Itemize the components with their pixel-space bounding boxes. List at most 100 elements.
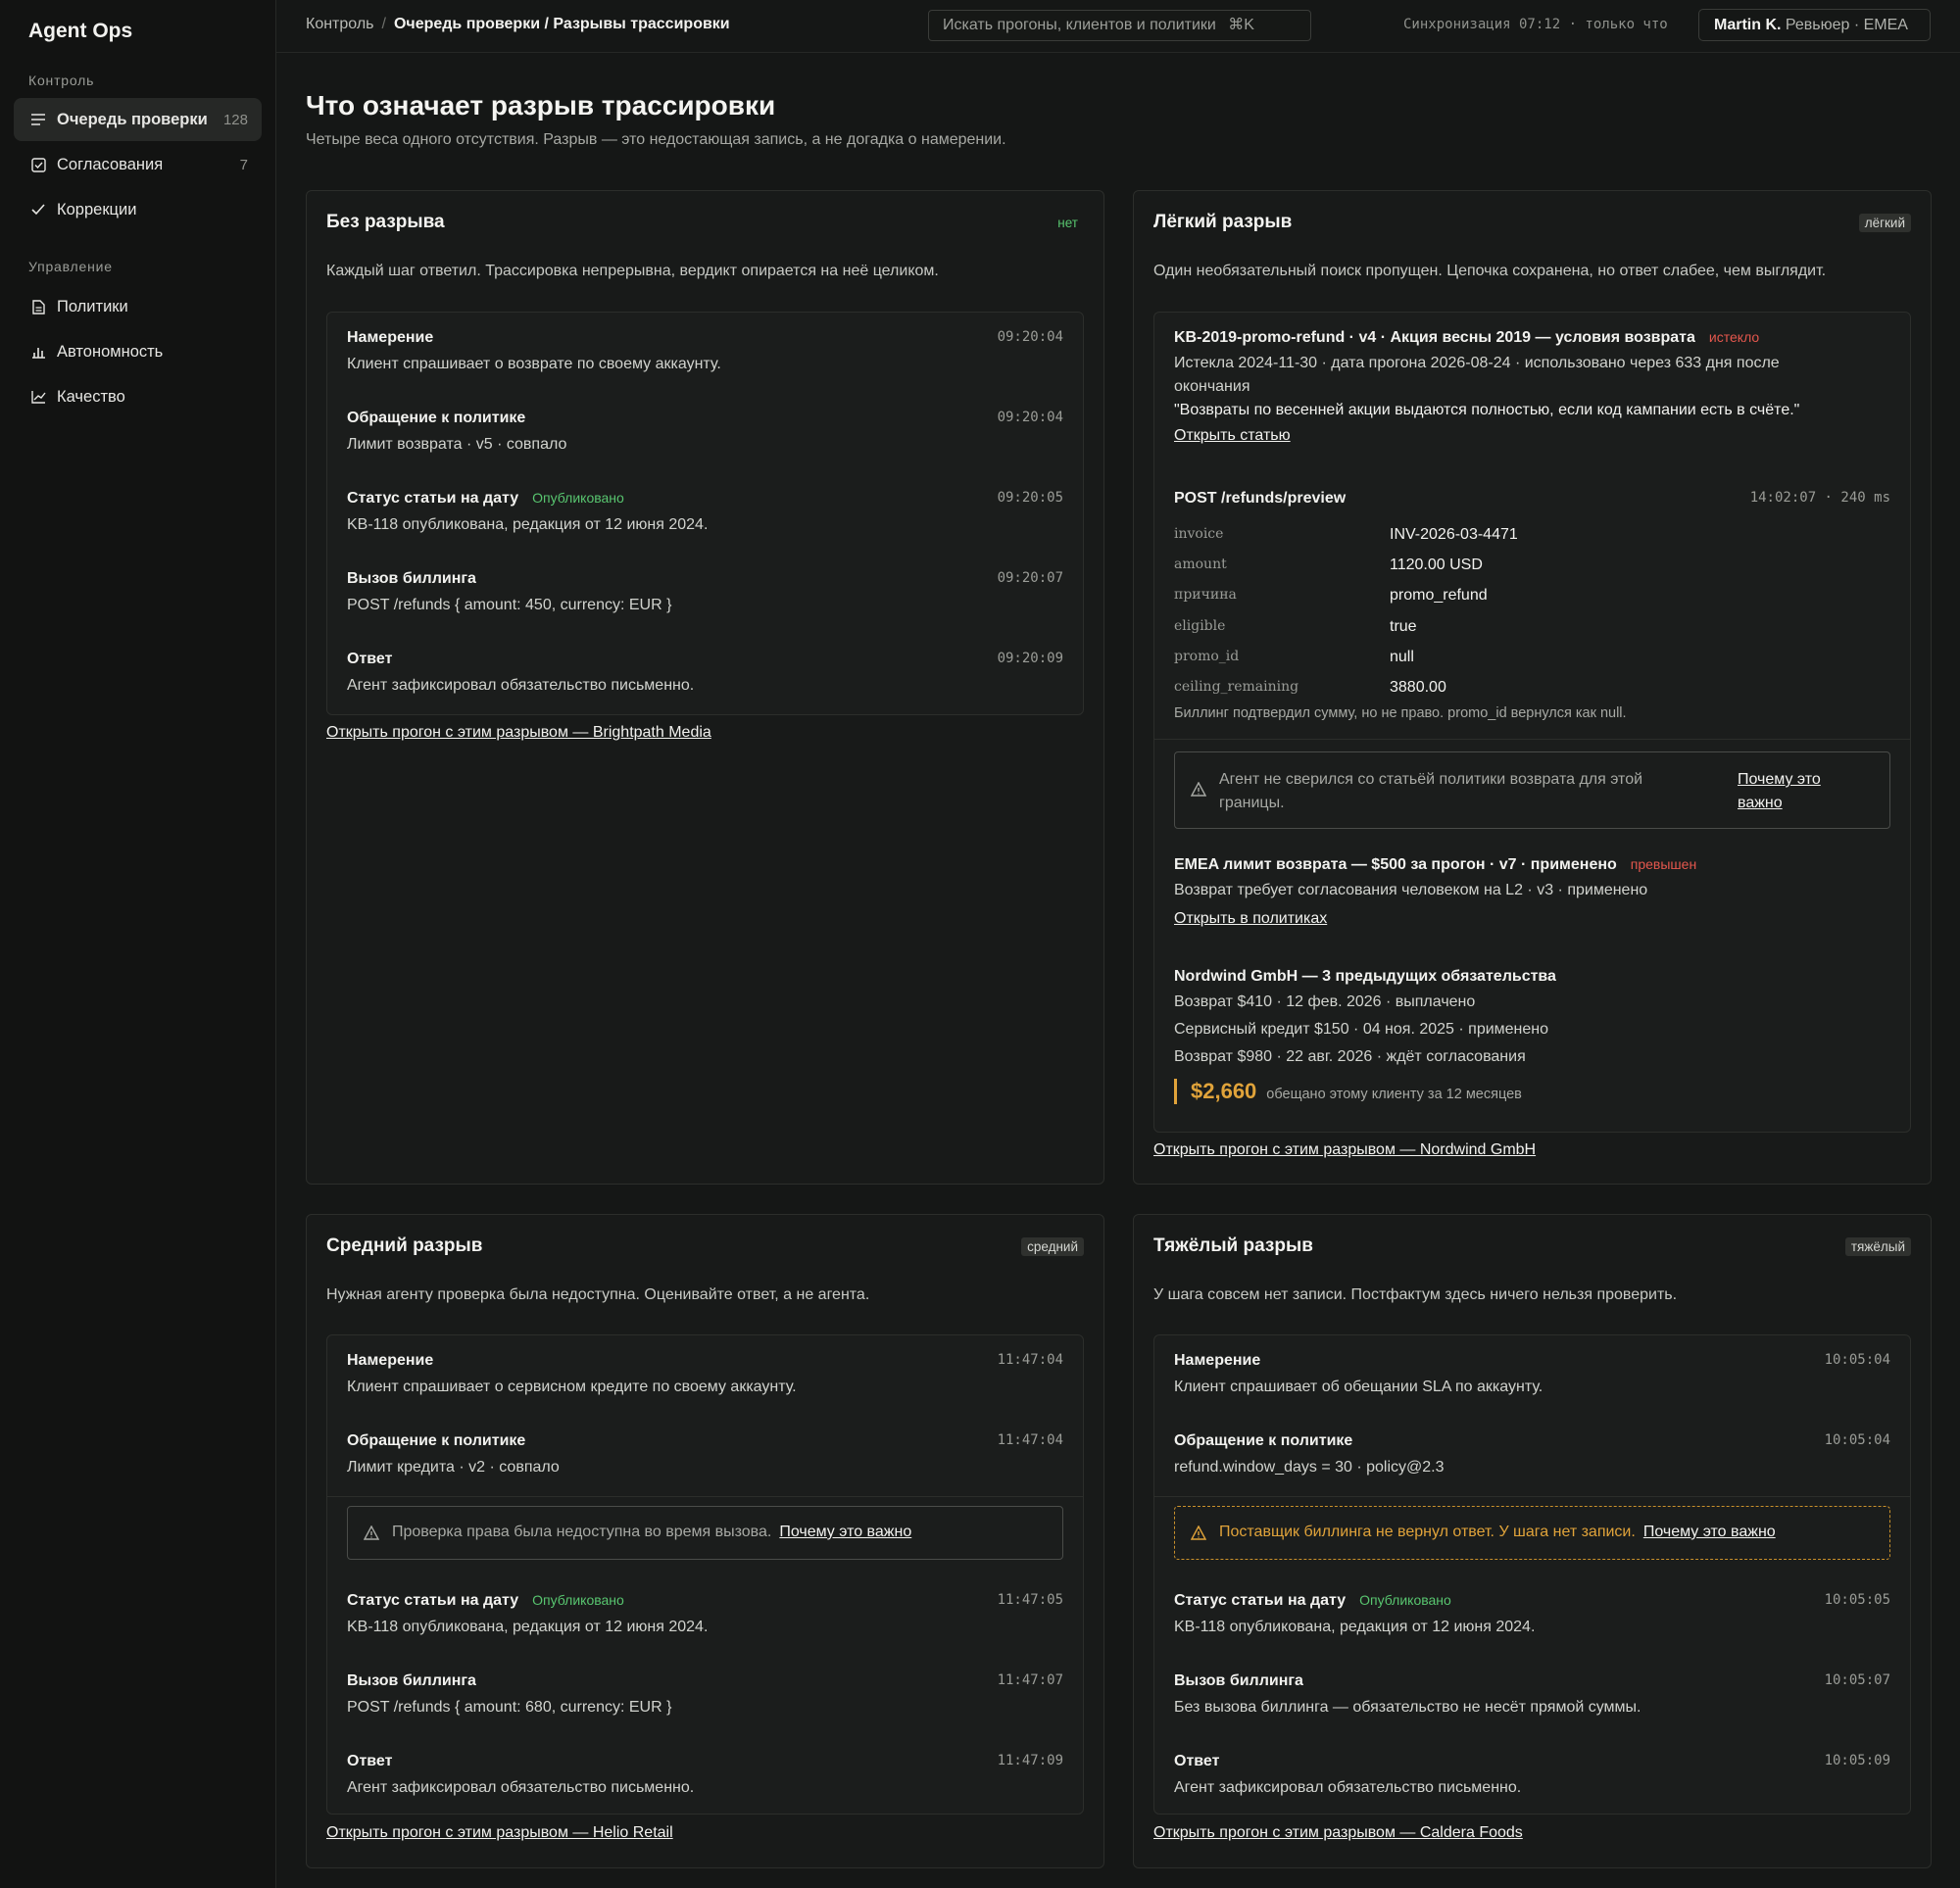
sidebar-item-policies[interactable]: Политики bbox=[14, 285, 262, 328]
step-time: 10:05:04 bbox=[1824, 1432, 1890, 1448]
field-value: true bbox=[1390, 618, 1417, 635]
warning-icon bbox=[1190, 781, 1207, 801]
top-bar: Контроль / Очередь проверки / Разрывы трас… bbox=[276, 0, 1960, 53]
trace-steps: Намерение 09:20:04 Клиент спрашивает о в… bbox=[326, 312, 1084, 715]
step-body: refund.window_days = 30 · policy@2.3 bbox=[1174, 1459, 1445, 1476]
user-menu[interactable]: Martin K. Ревьюер · EMEA bbox=[1698, 9, 1931, 41]
breadcrumb-root[interactable]: Контроль bbox=[306, 16, 374, 32]
sidebar-item-quality[interactable]: Качество bbox=[14, 375, 262, 418]
step-body: Клиент спрашивает о возврате по своему а… bbox=[347, 356, 721, 372]
field-value: 3880.00 bbox=[1390, 679, 1446, 696]
warning-text: Поставщик биллинга не вернул ответ. У ша… bbox=[1219, 1524, 1776, 1540]
warning-text: Агент не сверился со статьёй политики во… bbox=[1219, 771, 1643, 811]
sidebar-item-autonomy[interactable]: Автономность bbox=[14, 330, 262, 373]
trace-step: Намерение 09:20:04 Клиент спрашивает о в… bbox=[347, 329, 1063, 373]
sidebar-item-approvals[interactable]: Согласования 7 bbox=[14, 143, 262, 186]
kb-article-meta: Истекла 2024-11-30 · дата прогона 2026-0… bbox=[1174, 355, 1780, 395]
user-role: Ревьюер · EMEA bbox=[1785, 17, 1908, 33]
step-title: Статус статьи на дату Опубликовано bbox=[1174, 1592, 1451, 1609]
step-body: Агент зафиксировал обязательство письмен… bbox=[1174, 1779, 1522, 1796]
sidebar-item-label: Согласования bbox=[57, 155, 164, 173]
step-title: Статус статьи на дату Опубликовано bbox=[347, 1592, 624, 1609]
policy-block: EMEA лимит возврата — $500 за прогон · v… bbox=[1174, 856, 1890, 931]
open-run-link[interactable]: Открыть прогон с этим разрывом — Caldera… bbox=[1153, 1824, 1523, 1842]
card-title: Тяжёлый разрыв bbox=[1153, 1235, 1313, 1256]
step-body: Клиент спрашивает об обещании SLA по акк… bbox=[1174, 1379, 1544, 1395]
nav-section-management: Управление bbox=[28, 259, 113, 274]
why-it-matters-link[interactable]: Почему это важно bbox=[779, 1524, 911, 1540]
card-no-gap: Без разрыва нет Каждый шаг ответил. Трас… bbox=[306, 190, 1104, 1185]
card-description: У шага совсем нет записи. Постфактум зде… bbox=[1153, 1286, 1678, 1303]
card-light-gap: Лёгкий разрыв лёгкий Один необязательный… bbox=[1133, 190, 1932, 1185]
field-value: null bbox=[1390, 649, 1414, 665]
warning-icon bbox=[1190, 1525, 1207, 1545]
commitment-line: Возврат $410 · 12 фев. 2026 · выплачено bbox=[1174, 993, 1476, 1010]
client-commitments: Nordwind GmbH — 3 предыдущих обязательст… bbox=[1174, 968, 1890, 1104]
sidebar-item-review-queue[interactable]: Очередь проверки 128 bbox=[14, 98, 262, 141]
sidebar-item-count: 128 bbox=[222, 111, 248, 128]
trace-details: KB-2019-promo-refund · v4 · Акция весны … bbox=[1153, 312, 1911, 1133]
trace-step: Обращение к политике 11:47:04 Лимит кред… bbox=[347, 1432, 1063, 1477]
api-call: POST /refunds/preview 14:02:07 · 240 ms bbox=[1174, 490, 1890, 508]
warning-icon bbox=[363, 1525, 380, 1545]
open-run-link[interactable]: Открыть прогон с этим разрывом — Helio R… bbox=[326, 1824, 673, 1842]
search-input[interactable]: Искать прогоны, клиентов и политики ⌘K bbox=[928, 10, 1311, 41]
step-body: Агент зафиксировал обязательство письмен… bbox=[347, 677, 695, 694]
field-key: promo_id bbox=[1174, 649, 1240, 664]
step-title: Обращение к политике bbox=[347, 1432, 526, 1449]
sidebar-item-count: 7 bbox=[239, 156, 248, 173]
field-value: promo_refund bbox=[1390, 587, 1488, 604]
severity-badge: нет bbox=[1057, 216, 1078, 230]
step-body: Лимит возврата · v5 · совпало bbox=[347, 436, 567, 453]
user-name: Martin K. bbox=[1714, 17, 1782, 33]
bar-chart-icon bbox=[30, 344, 46, 360]
step-title: Намерение bbox=[347, 1352, 434, 1369]
page-subtitle: Четыре веса одного отсутствия. Разрыв — … bbox=[306, 131, 1006, 148]
step-title: Вызов биллинга bbox=[1174, 1672, 1303, 1689]
step-time: 10:05:05 bbox=[1824, 1592, 1890, 1608]
api-note: Биллинг подтвердил сумму, но не право. p… bbox=[1174, 705, 1627, 721]
step-title: Ответ bbox=[347, 1753, 393, 1769]
step-time: 10:05:04 bbox=[1824, 1352, 1890, 1368]
step-body: KB-118 опубликована, редакция от 12 июня… bbox=[347, 1619, 709, 1635]
total-amount: $2,660 bbox=[1191, 1079, 1257, 1103]
kb-article-quote: "Возвраты по весенней акции выдаются пол… bbox=[1174, 402, 1800, 418]
kb-article: KB-2019-promo-refund · v4 · Акция весны … bbox=[1174, 329, 1890, 448]
why-it-matters-link[interactable]: Почему это важно bbox=[1738, 768, 1821, 815]
open-run-link[interactable]: Открыть прогон с этим разрывом — Brightp… bbox=[326, 724, 711, 742]
breadcrumb: Контроль / Очередь проверки / Разрывы трас… bbox=[306, 16, 730, 33]
why-it-matters-link[interactable]: Почему это важно bbox=[1643, 1524, 1776, 1540]
line-chart-icon bbox=[30, 389, 46, 405]
warning-text: Проверка права была недоступна во время … bbox=[392, 1524, 912, 1540]
card-medium-gap: Средний разрыв средний Нужная агенту про… bbox=[306, 1214, 1104, 1868]
status-badge: Опубликовано bbox=[532, 1592, 624, 1608]
step-time: 09:20:04 bbox=[997, 410, 1063, 425]
trace-step: Намерение 11:47:04 Клиент спрашивает о с… bbox=[347, 1352, 1063, 1396]
trace-step: Вызов биллинга 10:05:07 Без вызова билли… bbox=[1174, 1672, 1890, 1717]
trace-step: Ответ 11:47:09 Агент зафиксировал обязат… bbox=[347, 1753, 1063, 1797]
trace-step: Вызов биллинга 11:47:07 POST /refunds { … bbox=[347, 1672, 1063, 1717]
severity-badge: тяжёлый bbox=[1844, 1237, 1911, 1256]
open-article-link[interactable]: Открыть статью bbox=[1174, 424, 1291, 448]
card-title: Лёгкий разрыв bbox=[1153, 212, 1293, 232]
step-body: Клиент спрашивает о сервисном кредите по… bbox=[347, 1379, 797, 1395]
step-body: KB-118 опубликована, редакция от 12 июня… bbox=[1174, 1619, 1536, 1635]
step-title: Ответ bbox=[1174, 1753, 1220, 1769]
gap-warning: Поставщик биллинга не вернул ответ. У ша… bbox=[1174, 1506, 1890, 1560]
shortcut-hint: ⌘K bbox=[1228, 17, 1254, 33]
open-in-policies-link[interactable]: Открыть в политиках bbox=[1174, 907, 1327, 931]
open-run-link[interactable]: Открыть прогон с этим разрывом — Nordwin… bbox=[1153, 1141, 1536, 1159]
step-body: Лимит кредита · v2 · совпало bbox=[347, 1459, 560, 1476]
step-time: 11:47:04 bbox=[997, 1432, 1063, 1448]
trace-step: Ответ 09:20:09 Агент зафиксировал обязат… bbox=[347, 651, 1063, 695]
step-body: Без вызова биллинга — обязательство не н… bbox=[1174, 1699, 1642, 1716]
total-note: обещано этому клиенту за 12 месяцев bbox=[1266, 1087, 1522, 1102]
step-time: 09:20:04 bbox=[997, 329, 1063, 345]
step-body: Агент зафиксировал обязательство письмен… bbox=[347, 1779, 695, 1796]
step-body: POST /refunds { amount: 680, currency: E… bbox=[347, 1699, 672, 1716]
status-badge: Опубликовано bbox=[532, 490, 624, 506]
step-time: 09:20:09 bbox=[997, 651, 1063, 666]
step-title: Вызов биллинга bbox=[347, 570, 476, 587]
sidebar-item-corrections[interactable]: Коррекции bbox=[14, 188, 262, 231]
step-body: KB-118 опубликована, редакция от 12 июня… bbox=[347, 516, 709, 533]
